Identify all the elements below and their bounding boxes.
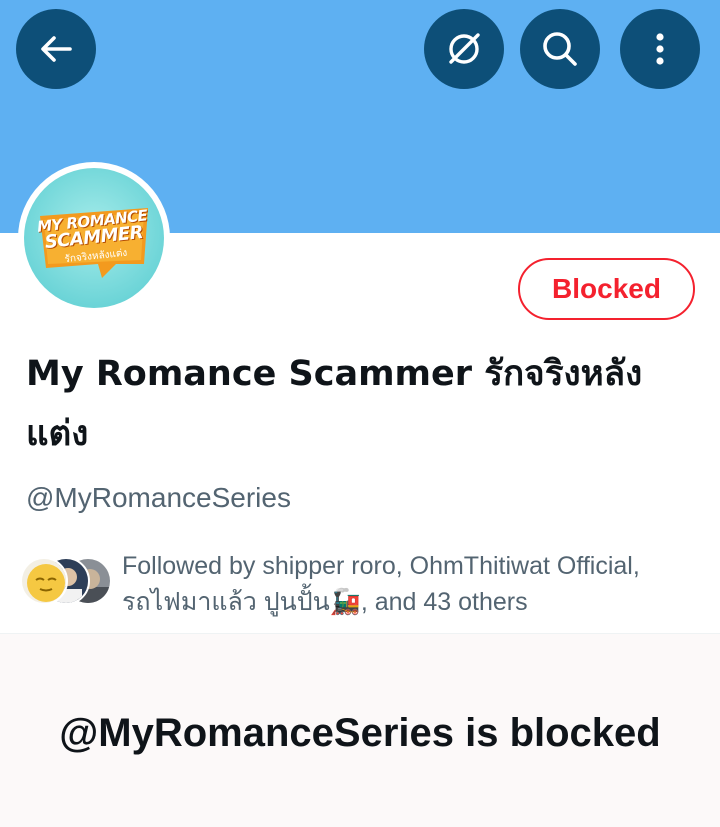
followers-avatars[interactable]	[20, 557, 112, 607]
back-button[interactable]	[16, 9, 96, 89]
no-color-toggle-button[interactable]	[424, 9, 504, 89]
profile-handle: @MyRomanceSeries	[26, 482, 291, 513]
more-options-button[interactable]	[620, 9, 700, 89]
search-icon	[543, 32, 577, 66]
avatar-logo: MY ROMANCE SCAMMER รักจริงหลังแต่ง	[24, 168, 164, 308]
avatar-logo-text: MY ROMANCE SCAMMER รักจริงหลังแต่ง	[24, 168, 164, 308]
circle-slash-icon	[449, 33, 480, 64]
follower-avatar	[20, 557, 68, 605]
followers-you-know-text[interactable]: Followed by shipper roro, OhmThitiwat Of…	[122, 548, 702, 620]
arrow-left-icon	[41, 36, 72, 62]
profile-avatar[interactable]: MY ROMANCE SCAMMER รักจริงหลังแต่ง	[18, 162, 170, 314]
more-vertical-icon	[656, 33, 664, 65]
blocked-button[interactable]: Blocked	[518, 258, 695, 320]
blocked-notice-title: @MyRomanceSeries is blocked	[59, 711, 661, 755]
profile-display-name: My Romance Scammer รักจริงหลังแต่ง	[26, 354, 643, 454]
search-button[interactable]	[520, 9, 600, 89]
